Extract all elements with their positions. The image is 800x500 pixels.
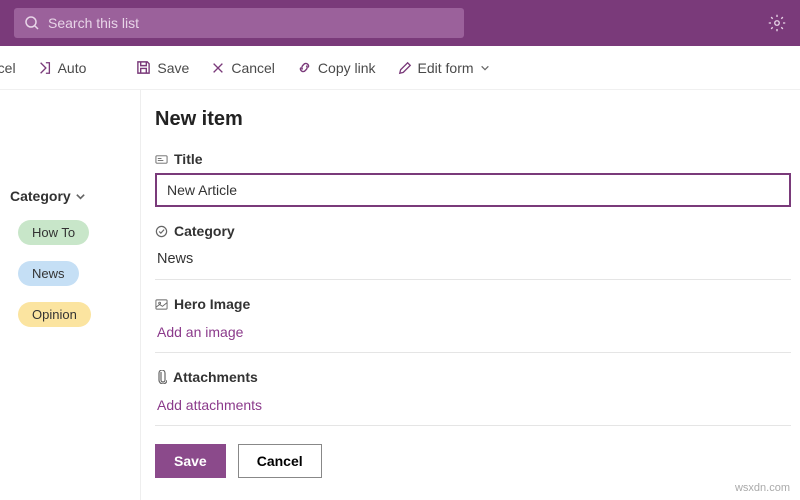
save-icon xyxy=(136,60,151,75)
new-item-panel: New item Title Category News Hero Image … xyxy=(140,90,800,500)
export-excel-button[interactable]: t to Excel xyxy=(0,54,26,82)
category-header-label: Category xyxy=(10,188,71,204)
attachment-icon xyxy=(155,370,167,384)
search-box[interactable] xyxy=(14,8,464,38)
title-field: Title xyxy=(155,151,800,207)
search-icon xyxy=(24,15,40,31)
automate-button[interactable]: Auto xyxy=(28,54,97,82)
save-button[interactable]: Save xyxy=(126,54,199,82)
save-primary-button[interactable]: Save xyxy=(155,444,226,478)
divider xyxy=(155,425,791,426)
title-input[interactable] xyxy=(155,173,791,207)
category-value[interactable]: News xyxy=(155,245,791,273)
choice-icon xyxy=(155,225,168,238)
button-row: Save Cancel xyxy=(155,444,800,478)
command-bar: t to Excel Auto Save Cancel Copy link Ed… xyxy=(0,46,800,90)
title-label: Title xyxy=(174,151,203,167)
sidebar: Category How To News Opinion xyxy=(0,90,140,500)
gear-icon[interactable] xyxy=(768,14,786,32)
watermark: wsxdn.com xyxy=(735,482,790,494)
automate-label: Auto xyxy=(58,60,87,76)
top-bar xyxy=(0,0,800,46)
cancel-label: Cancel xyxy=(231,60,275,76)
editform-label: Edit form xyxy=(418,60,474,76)
hero-image-field: Hero Image Add an image xyxy=(155,296,800,353)
divider xyxy=(155,279,791,280)
search-input[interactable] xyxy=(48,15,454,31)
category-field: Category News xyxy=(155,223,800,280)
main-area: Category How To News Opinion New item Ti… xyxy=(0,90,800,500)
text-field-icon xyxy=(155,153,168,166)
cancel-secondary-button[interactable]: Cancel xyxy=(238,444,322,478)
panel-heading: New item xyxy=(155,108,800,131)
category-pill-howto[interactable]: How To xyxy=(18,220,89,245)
link-icon xyxy=(297,60,312,75)
pencil-icon xyxy=(398,61,412,75)
copy-link-button[interactable]: Copy link xyxy=(287,54,386,82)
edit-form-button[interactable]: Edit form xyxy=(388,54,500,82)
category-pill-news[interactable]: News xyxy=(18,261,79,286)
hero-label: Hero Image xyxy=(174,296,250,312)
category-column-header[interactable]: Category xyxy=(0,180,140,212)
attach-label: Attachments xyxy=(173,369,258,385)
image-icon xyxy=(155,298,168,311)
export-label: t to Excel xyxy=(0,60,16,76)
add-attachments-link[interactable]: Add attachments xyxy=(155,391,800,419)
add-image-link[interactable]: Add an image xyxy=(155,318,800,346)
category-pill-opinion[interactable]: Opinion xyxy=(18,302,91,327)
divider xyxy=(155,352,791,353)
category-label: Category xyxy=(174,223,235,239)
chevron-down-icon xyxy=(75,191,86,202)
cancel-button[interactable]: Cancel xyxy=(201,54,285,82)
copylink-label: Copy link xyxy=(318,60,376,76)
attachments-field: Attachments Add attachments xyxy=(155,369,800,426)
flow-icon xyxy=(38,61,52,75)
chevron-down-icon xyxy=(480,63,490,73)
save-label: Save xyxy=(157,60,189,76)
close-icon xyxy=(211,61,225,75)
